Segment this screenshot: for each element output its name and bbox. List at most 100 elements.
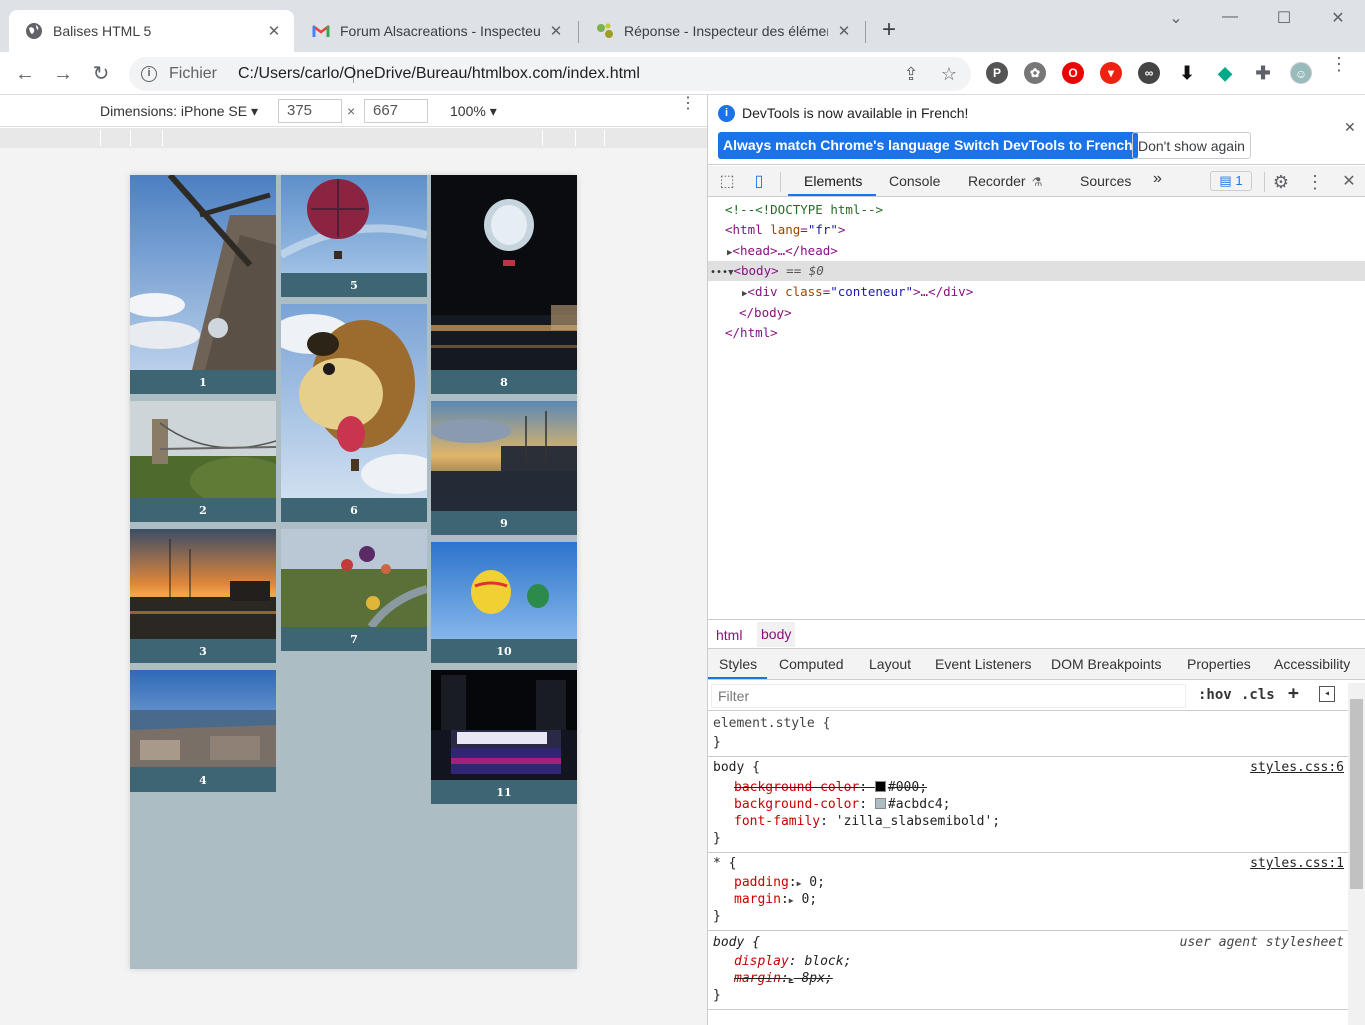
dom-head-node[interactable]: ▶<head>…</head>	[727, 241, 838, 261]
back-button[interactable]: ←	[11, 60, 39, 88]
close-tab-icon[interactable]: ✕	[836, 22, 852, 40]
film-icon[interactable]: ✿	[1024, 62, 1046, 84]
tab-reponse[interactable]: Réponse - Inspecteur des élémen ✕	[580, 10, 864, 52]
dom-div-node[interactable]: ▶<div class="conteneur">…</div>	[742, 282, 973, 302]
gallery-card[interactable]: 4	[130, 670, 276, 792]
rule-selector[interactable]: * {	[713, 855, 736, 872]
element-style-rule[interactable]: element.style {	[713, 715, 830, 732]
css-property[interactable]: background-color: #acbdc4;	[734, 796, 951, 813]
avatar-icon[interactable]: ☺	[1290, 62, 1312, 84]
hov-toggle[interactable]: :hov	[1198, 687, 1232, 703]
tab-elements[interactable]: Elements	[804, 173, 862, 189]
forward-button[interactable]: →	[49, 60, 77, 88]
url-text[interactable]: C:/Users/carlo/OneDrive/Bureau/htmlbox.c…	[238, 65, 640, 83]
close-tab-icon[interactable]: ✕	[266, 22, 282, 40]
feedly-icon[interactable]: ◆	[1214, 62, 1236, 84]
tab-balises[interactable]: Balises HTML 5 ✕	[9, 10, 294, 52]
source-link[interactable]: styles.css:1	[1250, 855, 1344, 872]
gallery-card[interactable]: 9	[431, 401, 577, 535]
media-query-ruler[interactable]	[0, 128, 707, 148]
width-input[interactable]: 375	[278, 99, 342, 123]
subtab-accessibility[interactable]: Accessibility	[1274, 656, 1350, 672]
zoom-select[interactable]: 100% ▾	[450, 103, 497, 120]
dont-show-again-button[interactable]: Don't show again	[1132, 132, 1251, 159]
dom-body-node[interactable]: •••▼<body> == $0	[710, 261, 824, 281]
source-link[interactable]: styles.css:6	[1250, 759, 1344, 776]
css-property-overridden[interactable]: background-color: #000;	[734, 779, 927, 796]
puzzle-icon[interactable]: ✚	[1252, 62, 1274, 84]
shield-icon[interactable]: ▾	[1100, 62, 1122, 84]
css-property[interactable]: margin:▶ 0;	[734, 891, 817, 908]
switch-french-button[interactable]: Switch DevTools to French	[949, 132, 1138, 159]
breadcrumb-html[interactable]: html	[712, 627, 746, 643]
address-bar[interactable]: i Fichier C:/Users/carlo/OneDrive/Bureau…	[129, 57, 971, 91]
close-icon[interactable]: ✕	[1344, 119, 1356, 136]
info-icon[interactable]: i	[141, 66, 157, 82]
subtab-layout[interactable]: Layout	[869, 656, 911, 672]
download-icon[interactable]: ⬇	[1176, 62, 1198, 84]
pinterest-icon[interactable]: P	[986, 62, 1008, 84]
css-property[interactable]: padding:▶ 0;	[734, 874, 825, 891]
cls-toggle[interactable]: .cls	[1241, 687, 1275, 703]
more-tabs-icon[interactable]: »	[1153, 170, 1162, 188]
gallery-card[interactable]: 10	[431, 542, 577, 663]
subtab-dom-breakpoints[interactable]: DOM Breakpoints	[1051, 656, 1161, 672]
reload-button[interactable]: ↻	[87, 60, 115, 88]
css-property[interactable]: display: block;	[734, 953, 851, 970]
device-toggle-icon[interactable]: ▯	[748, 171, 770, 193]
rule-selector[interactable]: body {	[713, 759, 760, 776]
close-tab-icon[interactable]: ✕	[548, 22, 564, 40]
gallery-card[interactable]: 3	[130, 529, 276, 663]
globe-icon	[25, 22, 43, 40]
gallery-card[interactable]: 11	[431, 670, 577, 804]
more-options-icon[interactable]: ⋮	[680, 96, 696, 112]
binoculars-icon[interactable]: ∞	[1138, 62, 1160, 84]
color-swatch[interactable]	[874, 798, 886, 809]
more-options-icon[interactable]: ⋮	[1304, 171, 1326, 193]
gallery-card[interactable]: 5	[281, 175, 427, 297]
filter-input[interactable]: Filter	[711, 684, 1186, 708]
gallery-card[interactable]: 2	[130, 401, 276, 522]
close-devtools-icon[interactable]: ✕	[1338, 171, 1360, 193]
subtab-computed[interactable]: Computed	[779, 656, 844, 672]
inspect-element-icon[interactable]: ⬚	[716, 171, 738, 193]
subtab-styles[interactable]: Styles	[719, 656, 757, 672]
share-icon[interactable]: ⇪	[901, 64, 921, 84]
tab-sources[interactable]: Sources	[1080, 173, 1131, 189]
toggle-sidebar-icon[interactable]: ◂	[1319, 686, 1335, 702]
subtab-properties[interactable]: Properties	[1187, 656, 1251, 672]
new-tab-button[interactable]: +	[876, 18, 902, 44]
card-caption: 3	[199, 645, 207, 658]
color-swatch[interactable]	[874, 781, 886, 792]
gear-icon[interactable]: ⚙	[1270, 171, 1292, 193]
maximize-button[interactable]: ☐	[1269, 8, 1299, 28]
menu-icon[interactable]: ⋮	[1330, 55, 1348, 73]
styles-scrollbar[interactable]	[1348, 683, 1365, 1025]
subtab-event-listeners[interactable]: Event Listeners	[935, 656, 1032, 672]
dom-html-close[interactable]: </html>	[725, 323, 778, 343]
dom-body-close[interactable]: </body>	[739, 303, 792, 323]
tab-forum[interactable]: Forum Alsacreations - Inspecteur ✕	[296, 10, 576, 52]
minimize-button[interactable]: —	[1215, 8, 1245, 28]
tab-console[interactable]: Console	[889, 173, 940, 189]
issues-badge[interactable]: ▤ 1	[1210, 171, 1252, 191]
tab-recorder[interactable]: Recorder	[968, 173, 1026, 189]
dom-html-node[interactable]: <html lang="fr">	[725, 220, 845, 240]
dom-comment[interactable]: <!--<!DOCTYPE html-->	[725, 200, 883, 220]
gallery-card[interactable]: 8	[431, 175, 577, 394]
breadcrumb-body[interactable]: body	[757, 622, 796, 647]
css-property[interactable]: font-family: 'zilla_slabsemibold';	[734, 813, 1000, 830]
tab-search-icon[interactable]: ⌄	[1161, 8, 1191, 28]
height-input[interactable]: 667	[364, 99, 428, 123]
gallery-card[interactable]: 1	[130, 175, 276, 394]
rule-selector[interactable]: body {	[713, 934, 760, 951]
gallery-card[interactable]: 7	[281, 529, 427, 651]
device-select[interactable]: Dimensions: iPhone SE ▾	[100, 103, 258, 120]
star-icon[interactable]: ☆	[939, 64, 959, 84]
gallery-card[interactable]: 6	[281, 304, 427, 522]
close-window-button[interactable]: ✕	[1323, 8, 1353, 28]
match-language-button[interactable]: Always match Chrome's language	[718, 132, 955, 159]
new-rule-button[interactable]: +	[1288, 683, 1299, 704]
opera-icon[interactable]: O	[1062, 62, 1084, 84]
css-property-overridden[interactable]: margin:▶ 8px;	[734, 970, 833, 987]
